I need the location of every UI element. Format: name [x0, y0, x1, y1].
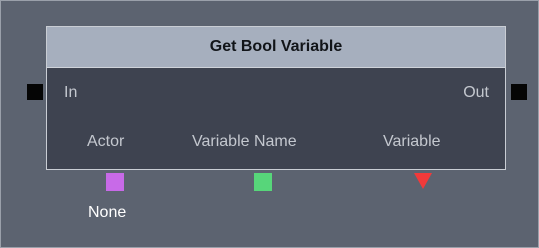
- get-bool-variable-node[interactable]: Get Bool Variable In Out Actor Variable …: [46, 26, 506, 170]
- input-exec-port[interactable]: [27, 84, 43, 100]
- variable-output-connector[interactable]: [414, 173, 432, 189]
- node-body: In Out Actor Variable Name Variable: [47, 68, 505, 169]
- variable-name-link-label: Variable Name: [192, 133, 297, 150]
- output-exec-port[interactable]: [511, 84, 527, 100]
- actor-link-connector[interactable]: [106, 173, 124, 191]
- actor-value-text: None: [88, 204, 127, 221]
- node-title[interactable]: Get Bool Variable: [47, 27, 505, 68]
- out-port-label: Out: [463, 84, 489, 101]
- actor-link-label: Actor: [87, 133, 125, 150]
- variable-name-link-connector[interactable]: [254, 173, 272, 191]
- in-port-label: In: [64, 84, 78, 101]
- variable-link-label: Variable: [383, 133, 441, 150]
